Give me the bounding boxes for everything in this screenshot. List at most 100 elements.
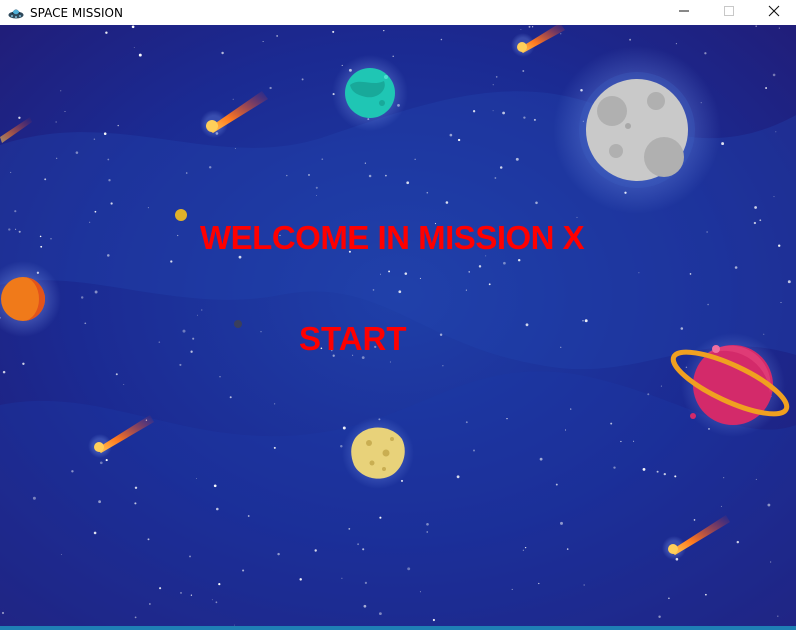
title-bar[interactable]: SPACE MISSION bbox=[0, 0, 796, 25]
star bbox=[39, 235, 42, 238]
star bbox=[103, 132, 107, 135]
star bbox=[647, 393, 650, 396]
star bbox=[276, 35, 278, 37]
star bbox=[314, 549, 317, 552]
star bbox=[368, 174, 372, 178]
star bbox=[56, 157, 58, 159]
star bbox=[693, 519, 696, 521]
star bbox=[576, 216, 578, 218]
star bbox=[769, 561, 772, 563]
maximize-button[interactable] bbox=[706, 0, 751, 22]
star bbox=[234, 148, 236, 149]
star bbox=[642, 467, 646, 471]
star bbox=[492, 84, 494, 86]
star bbox=[372, 289, 375, 291]
star bbox=[721, 142, 725, 146]
window-title: SPACE MISSION bbox=[30, 5, 123, 20]
star bbox=[566, 548, 569, 550]
star bbox=[247, 515, 250, 517]
star bbox=[218, 583, 221, 586]
star bbox=[15, 228, 17, 230]
star bbox=[753, 221, 757, 225]
star bbox=[18, 230, 21, 233]
star bbox=[211, 599, 213, 601]
star bbox=[723, 477, 725, 479]
window-controls bbox=[661, 0, 796, 25]
star bbox=[503, 261, 506, 265]
star bbox=[465, 289, 467, 291]
star bbox=[215, 601, 218, 604]
star bbox=[192, 337, 195, 340]
star bbox=[94, 210, 97, 213]
star bbox=[658, 615, 661, 618]
star bbox=[763, 333, 765, 335]
star bbox=[522, 70, 525, 72]
star bbox=[492, 110, 494, 112]
star bbox=[755, 25, 757, 27]
star bbox=[315, 186, 318, 189]
maximize-icon bbox=[723, 6, 734, 16]
star bbox=[189, 555, 191, 558]
star bbox=[190, 350, 193, 353]
star bbox=[398, 290, 402, 294]
star bbox=[93, 138, 96, 140]
star bbox=[269, 86, 272, 90]
star bbox=[426, 522, 429, 526]
minimize-button[interactable] bbox=[661, 0, 706, 22]
star bbox=[1, 611, 5, 615]
game-canvas[interactable]: WELCOME IN MISSION X START bbox=[0, 25, 796, 626]
star bbox=[777, 615, 779, 617]
star bbox=[364, 581, 368, 585]
star bbox=[765, 87, 768, 89]
star bbox=[407, 567, 411, 571]
star bbox=[89, 221, 91, 223]
star bbox=[71, 470, 74, 473]
start-button[interactable]: START bbox=[299, 322, 407, 355]
teal-planet bbox=[332, 55, 408, 131]
close-button[interactable] bbox=[751, 0, 796, 22]
star bbox=[232, 98, 234, 100]
star bbox=[110, 202, 113, 205]
star bbox=[107, 158, 110, 161]
star bbox=[773, 196, 775, 198]
star bbox=[704, 52, 707, 55]
star bbox=[8, 228, 11, 231]
star bbox=[515, 157, 519, 161]
star bbox=[755, 478, 757, 480]
star bbox=[117, 124, 119, 127]
star bbox=[734, 266, 738, 269]
star bbox=[185, 172, 188, 174]
star bbox=[80, 296, 84, 299]
star bbox=[759, 219, 762, 222]
star bbox=[767, 503, 771, 507]
star bbox=[123, 383, 125, 386]
ufo-app-icon bbox=[8, 9, 24, 18]
star bbox=[64, 110, 66, 113]
star bbox=[517, 258, 521, 262]
star bbox=[147, 207, 149, 209]
star bbox=[419, 277, 421, 279]
star bbox=[524, 546, 527, 549]
star bbox=[93, 531, 97, 535]
star bbox=[348, 528, 351, 530]
star bbox=[340, 444, 343, 448]
star bbox=[523, 116, 526, 119]
star bbox=[170, 260, 173, 263]
star bbox=[560, 33, 562, 35]
star bbox=[201, 309, 203, 311]
star bbox=[138, 53, 142, 57]
star bbox=[565, 429, 567, 431]
star bbox=[301, 78, 304, 81]
bottom-accent-bar bbox=[0, 626, 796, 630]
star bbox=[357, 543, 359, 546]
star bbox=[274, 403, 276, 405]
star bbox=[583, 584, 585, 586]
star bbox=[242, 569, 245, 572]
star bbox=[468, 271, 470, 273]
star bbox=[533, 118, 536, 121]
star bbox=[10, 171, 12, 173]
star bbox=[378, 612, 382, 616]
asteroid bbox=[342, 417, 414, 489]
star bbox=[560, 346, 562, 348]
star bbox=[538, 582, 540, 585]
